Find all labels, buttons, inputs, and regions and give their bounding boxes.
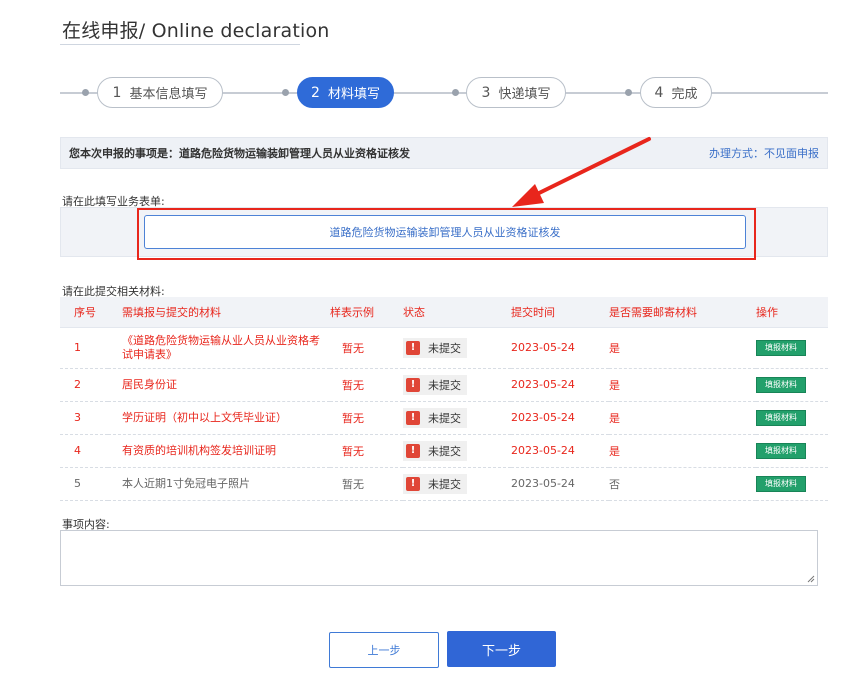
row-sample: 暂无 (330, 434, 403, 468)
status-text: 未提交 (428, 341, 461, 355)
next-step-button[interactable]: 下一步 (447, 631, 556, 667)
status-badge: ! 未提交 (403, 440, 467, 461)
table-row: 3 学历证明（初中以上文凭毕业证） 暂无 ! 未提交 2023-05-24 是 填… (60, 401, 828, 435)
row-material: 《道路危险货物运输从业人员从业资格考试申请表》 (122, 333, 320, 361)
row-index: 5 (60, 467, 108, 501)
table-row: 1 《道路危险货物运输从业人员从业资格考试申请表》 暂无 ! 未提交 2023-0… (60, 327, 828, 369)
row-mail-required: 是 (609, 401, 756, 435)
fill-materials-button[interactable]: 填报材料 (756, 376, 806, 393)
row-submit-time: 2023-05-24 (511, 434, 609, 468)
alert-icon: ! (406, 340, 420, 355)
row-mail-required: 是 (609, 327, 756, 369)
fill-materials-button[interactable]: 填报材料 (756, 442, 806, 459)
header-status: 状态 (403, 297, 511, 328)
row-index: 2 (60, 368, 108, 402)
row-sample: 暂无 (330, 327, 403, 369)
table-row: 4 有资质的培训机构签发培训证明 暂无 ! 未提交 2023-05-24 是 填报… (60, 434, 828, 468)
table-header-row: 序号 需填报与提交的材料 样表示例 状态 提交时间 是否需要邮寄材料 操作 (60, 297, 828, 328)
status-text: 未提交 (428, 411, 461, 425)
row-submit-time: 2023-05-24 (511, 467, 609, 501)
fill-materials-button[interactable]: 填报材料 (756, 339, 806, 356)
alert-icon: ! (406, 476, 420, 491)
status-text: 未提交 (428, 477, 461, 491)
status-text: 未提交 (428, 378, 461, 392)
row-material: 有资质的培训机构签发培训证明 (122, 443, 276, 457)
previous-step-button[interactable]: 上一步 (329, 632, 439, 668)
alert-icon: ! (406, 377, 420, 392)
row-index: 3 (60, 401, 108, 435)
fill-materials-button[interactable]: 填报材料 (756, 475, 806, 492)
header-sample: 样表示例 (330, 297, 403, 328)
content-textarea[interactable] (60, 530, 818, 586)
row-material: 学历证明（初中以上文凭毕业证） (122, 410, 287, 424)
materials-table: 序号 需填报与提交的材料 样表示例 状态 提交时间 是否需要邮寄材料 操作 1 … (60, 297, 828, 501)
status-text: 未提交 (428, 444, 461, 458)
table-row: 5 本人近期1寸免冠电子照片 暂无 ! 未提交 2023-05-24 否 填报材料 (60, 467, 828, 501)
status-badge: ! 未提交 (403, 473, 467, 494)
row-sample: 暂无 (330, 467, 403, 501)
row-submit-time: 2023-05-24 (511, 401, 609, 435)
status-badge: ! 未提交 (403, 337, 467, 358)
row-sample: 暂无 (330, 368, 403, 402)
resize-grip-icon[interactable] (807, 575, 815, 583)
row-sample: 暂无 (330, 401, 403, 435)
row-mail-required: 是 (609, 368, 756, 402)
row-material: 居民身份证 (122, 377, 177, 391)
row-index: 1 (60, 327, 108, 369)
alert-icon: ! (406, 443, 420, 458)
row-mail-required: 否 (609, 467, 756, 501)
header-material: 需填报与提交的材料 (108, 297, 330, 328)
row-material: 本人近期1寸免冠电子照片 (122, 476, 250, 490)
fill-materials-button[interactable]: 填报材料 (756, 409, 806, 426)
row-submit-time: 2023-05-24 (511, 368, 609, 402)
table-row: 2 居民身份证 暂无 ! 未提交 2023-05-24 是 填报材料 (60, 368, 828, 402)
header-index: 序号 (60, 297, 108, 328)
row-index: 4 (60, 434, 108, 468)
row-mail-required: 是 (609, 434, 756, 468)
header-submit-time: 提交时间 (511, 297, 609, 328)
status-badge: ! 未提交 (403, 407, 467, 428)
header-mail-required: 是否需要邮寄材料 (609, 297, 756, 328)
status-badge: ! 未提交 (403, 374, 467, 395)
row-submit-time: 2023-05-24 (511, 327, 609, 369)
header-action: 操作 (756, 297, 828, 328)
alert-icon: ! (406, 410, 420, 425)
